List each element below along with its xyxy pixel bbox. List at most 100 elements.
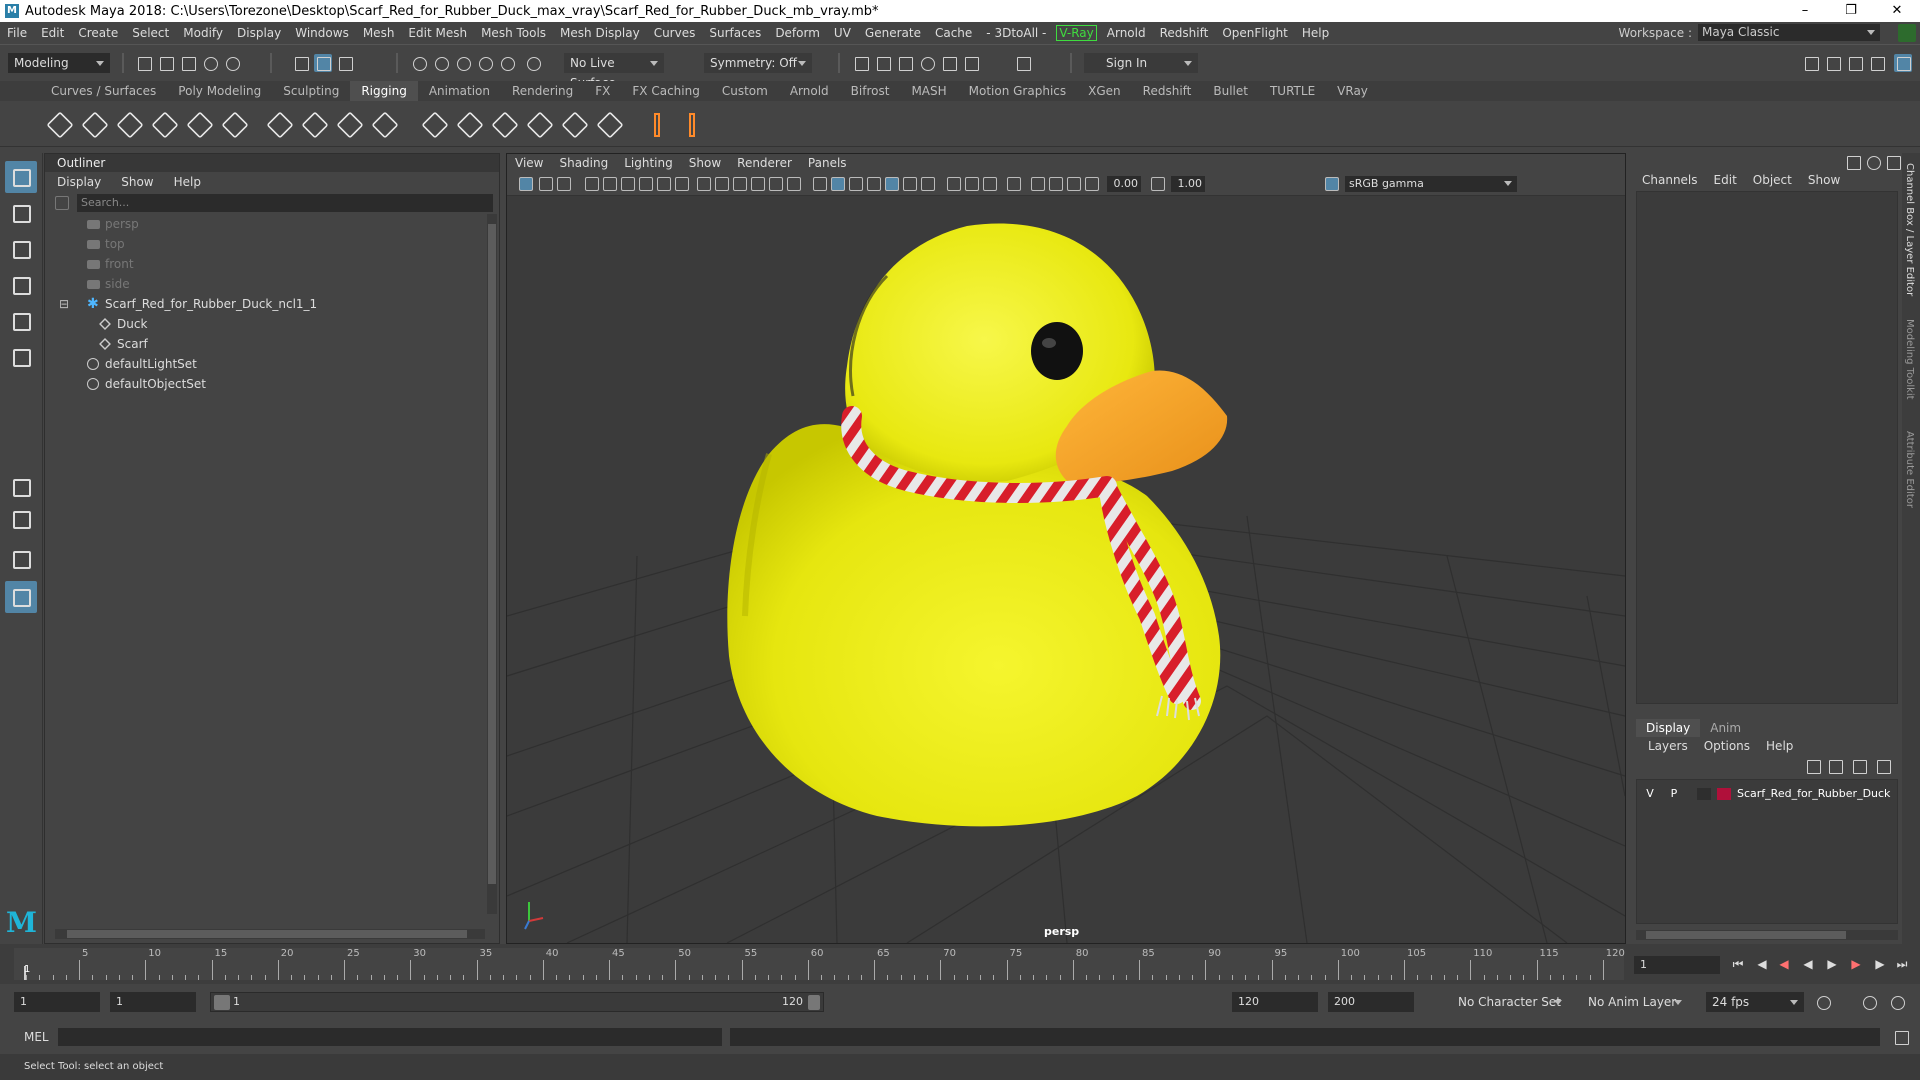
- layer-horizontal-scrollbar[interactable]: [1636, 930, 1898, 940]
- field-chart-icon[interactable]: [769, 177, 783, 191]
- go-to-start-icon[interactable]: ⏮: [1732, 958, 1744, 970]
- menu-modify[interactable]: Modify: [176, 26, 230, 40]
- lock-camera-icon[interactable]: [539, 177, 553, 191]
- range-start-handle[interactable]: [214, 995, 230, 1010]
- color-management-icon[interactable]: [1325, 177, 1339, 191]
- human-ik-icon[interactable]: [1824, 54, 1842, 72]
- lock-icon[interactable]: [1898, 24, 1916, 42]
- set-driven-key-icon[interactable]: [675, 108, 705, 138]
- menu-edit[interactable]: Edit: [34, 26, 71, 40]
- shelf-tab-curves-surfaces[interactable]: Curves / Surfaces: [40, 81, 167, 101]
- ik-handle-icon[interactable]: [113, 108, 143, 138]
- outliner-layout-icon[interactable]: [5, 581, 37, 613]
- grease-pencil-icon[interactable]: [639, 177, 653, 191]
- list-item[interactable]: persp: [45, 214, 485, 234]
- orient-constraint-icon[interactable]: [488, 108, 518, 138]
- side-tab-attribute-editor[interactable]: Attribute Editor: [1904, 431, 1915, 508]
- fps-dropdown[interactable]: 24 fps: [1706, 992, 1804, 1012]
- resolution-gate-icon[interactable]: [733, 177, 747, 191]
- select-component-icon[interactable]: [336, 54, 354, 72]
- animation-end-field[interactable]: 200: [1328, 992, 1414, 1012]
- film-gate-icon[interactable]: [715, 177, 729, 191]
- shelf-tab-bifrost[interactable]: Bifrost: [840, 81, 901, 101]
- move-layer-down-icon[interactable]: [1826, 757, 1844, 775]
- move-tool-icon[interactable]: [5, 269, 37, 301]
- gamma-field[interactable]: 1.00: [1171, 176, 1205, 192]
- minimize-icon[interactable]: –: [1782, 0, 1828, 22]
- select-object-icon[interactable]: [314, 54, 332, 72]
- command-input[interactable]: [58, 1028, 722, 1046]
- menu-openflight[interactable]: OpenFlight: [1215, 26, 1295, 40]
- menu-redshift[interactable]: Redshift: [1153, 26, 1216, 40]
- new-scene-icon[interactable]: [135, 54, 153, 72]
- snap-grid-icon[interactable]: [410, 54, 428, 72]
- list-item[interactable]: ⊟ ✱ Scarf_Red_for_Rubber_Duck_ncl1_1: [45, 294, 485, 314]
- list-item[interactable]: front: [45, 254, 485, 274]
- tab-anim[interactable]: Anim: [1700, 719, 1751, 737]
- play-forwards-icon[interactable]: ▶: [1826, 958, 1838, 970]
- joint-tool-icon[interactable]: [43, 108, 73, 138]
- save-scene-icon[interactable]: [179, 54, 197, 72]
- animation-preferences-icon[interactable]: [1888, 993, 1906, 1011]
- live-surface-field[interactable]: No Live Surface: [564, 53, 664, 90]
- attribute-editor-icon[interactable]: [1846, 54, 1864, 72]
- new-layer-selected-icon[interactable]: [1874, 757, 1892, 775]
- 2d-pan-zoom-icon[interactable]: [621, 177, 635, 191]
- bind-skin-icon[interactable]: [263, 108, 293, 138]
- channel-box-area[interactable]: [1636, 191, 1898, 704]
- help-icon[interactable]: [1864, 153, 1882, 171]
- step-forward-frame-icon[interactable]: ▶: [1850, 958, 1862, 970]
- menu-curves[interactable]: Curves: [647, 26, 703, 40]
- viewport-menu-lighting[interactable]: Lighting: [624, 156, 673, 170]
- shelf-tab-sculpting[interactable]: Sculpting: [272, 81, 350, 101]
- outliner-menu-help[interactable]: Help: [174, 175, 201, 189]
- float-panel-icon[interactable]: [1884, 153, 1902, 171]
- scale-constraint-icon[interactable]: [523, 108, 553, 138]
- channel-box-option-icon[interactable]: [1844, 153, 1862, 171]
- list-item[interactable]: defaultLightSet: [45, 354, 485, 374]
- time-slider-bar[interactable]: 1 5 10 15 20 25 30 35 40 45 50 55 60 65 70 75 80 85 90 95 1…: [14, 948, 1625, 980]
- menu-windows[interactable]: Windows: [288, 26, 356, 40]
- channel-menu-object[interactable]: Object: [1753, 173, 1792, 187]
- shelf-tab-rigging[interactable]: Rigging: [350, 81, 418, 101]
- playback-end-field[interactable]: 120: [1232, 992, 1318, 1012]
- shelf-tab-fx-caching[interactable]: FX Caching: [621, 81, 710, 101]
- channel-box-icon[interactable]: [1894, 54, 1912, 72]
- wireframe-icon[interactable]: [813, 177, 827, 191]
- camera-attributes-icon[interactable]: [557, 177, 571, 191]
- outliner-menu-show[interactable]: Show: [121, 175, 153, 189]
- smooth-shade-icon[interactable]: [831, 177, 845, 191]
- select-camera-icon[interactable]: [519, 177, 533, 191]
- grid-icon[interactable]: [697, 177, 711, 191]
- anim-layer-dropdown[interactable]: No Anim Layer: [1574, 992, 1688, 1012]
- layer-visibility-toggle[interactable]: V: [1643, 784, 1657, 804]
- script-editor-icon[interactable]: [1892, 1028, 1910, 1046]
- textured-icon[interactable]: [867, 177, 881, 191]
- menu-create[interactable]: Create: [71, 26, 125, 40]
- menu-mesh[interactable]: Mesh: [356, 26, 402, 40]
- restore-icon[interactable]: ❐: [1828, 0, 1874, 22]
- open-scene-icon[interactable]: [157, 54, 175, 72]
- menu-vray[interactable]: V-Ray: [1056, 25, 1097, 41]
- shelf-tab-fx[interactable]: FX: [584, 81, 621, 101]
- safe-action-icon[interactable]: [787, 177, 801, 191]
- redo-icon[interactable]: [223, 54, 241, 72]
- shelf-tab-xgen[interactable]: XGen: [1077, 81, 1132, 101]
- ambient-occlusion-icon[interactable]: [921, 177, 935, 191]
- shelf-tab-poly-modeling[interactable]: Poly Modeling: [167, 81, 272, 101]
- gate-mask-icon[interactable]: [751, 177, 765, 191]
- menu-file[interactable]: File: [0, 26, 34, 40]
- viewport-menu-shading[interactable]: Shading: [559, 156, 608, 170]
- channel-menu-channels[interactable]: Channels: [1642, 173, 1698, 187]
- layer-display-type[interactable]: [1697, 788, 1711, 800]
- bookmarks-icon[interactable]: [585, 177, 599, 191]
- shelf-tab-bullet[interactable]: Bullet: [1202, 81, 1259, 101]
- character-set-dropdown[interactable]: No Character Set: [1438, 992, 1568, 1012]
- humanik-icon[interactable]: [183, 108, 213, 138]
- gamma-icon[interactable]: [1151, 177, 1165, 191]
- render-frame-icon[interactable]: [852, 54, 870, 72]
- rotate-tool-icon[interactable]: [5, 305, 37, 337]
- pole-vector-icon[interactable]: [593, 108, 623, 138]
- snap-point-icon[interactable]: [454, 54, 472, 72]
- two-view-icon[interactable]: [5, 543, 37, 571]
